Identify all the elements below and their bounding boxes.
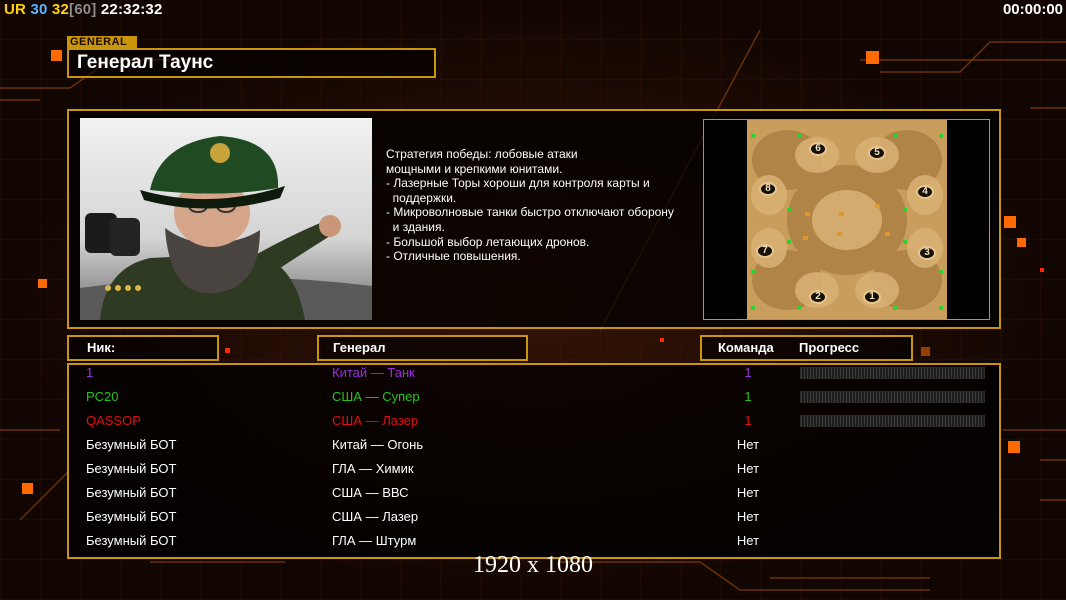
player-general: США — Супер (332, 389, 420, 404)
spawn-point-8: 8 (759, 182, 777, 196)
description-line: поддержки. (386, 190, 457, 205)
player-general: США — ВВС (332, 485, 409, 500)
description-line: Стратегия победы: лобовые атаки (386, 147, 578, 161)
general-portrait-image (80, 118, 372, 320)
player-row: Безумный БОТ Китай — Огонь Нет (0, 435, 1066, 455)
column-header-team: Команда (718, 340, 774, 355)
resolution-watermark: 1920 x 1080 (473, 552, 593, 578)
player-row: 1 Китай — Танк 1 (0, 363, 1066, 383)
player-row: Безумный БОТ ГЛА — Химик Нет (0, 459, 1066, 479)
player-general: ГЛА — Химик (332, 461, 414, 476)
spawn-point-5: 5 (868, 146, 886, 160)
fps-cap: [60] (69, 1, 97, 18)
ur-label: UR (4, 1, 27, 18)
player-team: 1 (744, 413, 752, 428)
system-clock: 22:32:32 (100, 1, 163, 18)
player-team: Нет (736, 485, 760, 500)
player-team: Нет (736, 533, 760, 548)
orange-light (1017, 238, 1026, 247)
player-team: 1 (744, 365, 752, 380)
player-nick: Безумный БОТ (86, 509, 177, 524)
spawn-point-6: 6 (809, 142, 827, 156)
player-nick: Безумный БОТ (86, 485, 177, 500)
player-progress-bar (800, 391, 985, 403)
player-nick: Безумный БОТ (86, 461, 177, 476)
player-row: Безумный БОТ США — ВВС Нет (0, 483, 1066, 503)
fps-current: 30 (30, 1, 48, 18)
player-team: Нет (736, 461, 760, 476)
description-line: и здания. (386, 219, 445, 234)
player-team: Нет (736, 509, 760, 524)
player-row: Безумный БОТ ГЛА — Штурм Нет (0, 531, 1066, 551)
general-name-title: Генерал Таунс (67, 48, 436, 78)
player-nick: 1 (86, 365, 94, 380)
map-preview[interactable]: 6 5 8 4 7 3 2 1 (747, 120, 947, 319)
player-team: 1 (744, 389, 752, 404)
player-nick: Безумный БОТ (86, 533, 177, 548)
player-row: Безумный БОТ США — Лазер Нет (0, 507, 1066, 527)
player-progress-bar (800, 415, 985, 427)
column-header-general: Генерал (317, 335, 528, 361)
spawn-point-1: 1 (863, 290, 881, 304)
description-line: - Большой выбор летающих дронов. (386, 234, 590, 249)
player-general: Китай — Танк (332, 365, 415, 380)
general-tag: GENERAL (67, 36, 137, 48)
column-header-team-progress: Команда Прогресс (700, 335, 913, 361)
orange-light (38, 279, 47, 288)
general-description: Стратегия победы: лобовые атаки мощными … (386, 147, 706, 264)
description-line: - Отличные повышения. (386, 249, 521, 264)
player-nick: Безумный БОТ (86, 437, 177, 452)
spawn-point-4: 4 (916, 185, 934, 199)
player-general: ГЛА — Штурм (332, 533, 417, 548)
spawn-point-2: 2 (809, 290, 827, 304)
red-dot (225, 348, 230, 353)
game-timer: 00:00:00 (1002, 1, 1063, 18)
column-header-progress: Прогресс (799, 340, 860, 355)
orange-light (921, 347, 930, 356)
player-nick: QASSOP (86, 413, 141, 428)
map-terrain (747, 120, 947, 319)
player-team: Нет (736, 437, 760, 452)
description-line: - Лазерные Торы хороши для контроля карт… (386, 176, 650, 191)
description-line: - Микроволновые танки быстро отключают о… (386, 205, 674, 220)
player-general: США — Лазер (332, 413, 419, 428)
player-progress-bar (800, 367, 985, 379)
player-row: PC20 США — Супер 1 (0, 387, 1066, 407)
red-dot (1040, 268, 1044, 272)
player-nick: PC20 (86, 389, 119, 404)
orange-light (866, 51, 879, 64)
column-header-nick: Ник: (67, 335, 219, 361)
orange-light (1004, 216, 1016, 228)
fps-average: 32 (51, 1, 70, 18)
orange-light (51, 50, 62, 61)
spawn-point-7: 7 (756, 244, 774, 258)
performance-overlay: UR 30 32[60] 22:32:32 (4, 1, 163, 18)
player-general: Китай — Огонь (332, 437, 424, 452)
red-dot (660, 338, 664, 342)
description-line: мощными и крепкими юнитами. (386, 161, 563, 176)
spawn-point-3: 3 (918, 246, 936, 260)
general-portrait (80, 118, 372, 320)
player-row: QASSOP США — Лазер 1 (0, 411, 1066, 431)
player-general: США — Лазер (332, 509, 419, 524)
